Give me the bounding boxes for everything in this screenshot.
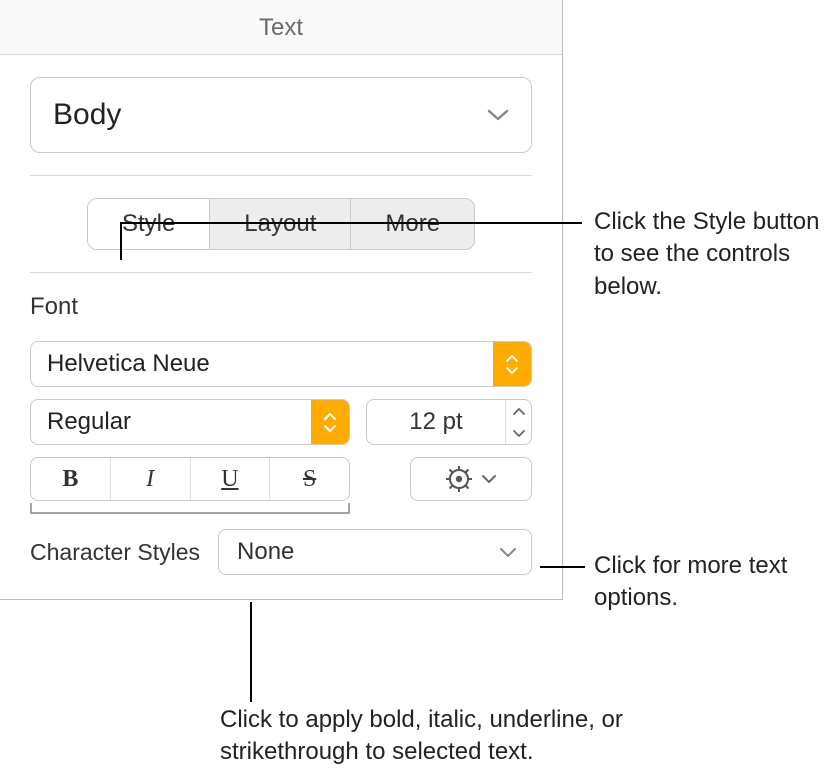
paragraph-style-dropdown[interactable]: Body — [30, 77, 532, 153]
text-format-panel: Text Body Style Layout More Font Helveti… — [0, 0, 563, 600]
italic-button[interactable]: I — [111, 458, 191, 500]
underline-button[interactable]: U — [191, 458, 271, 500]
paragraph-style-section: Body — [0, 55, 562, 175]
chevron-down-icon — [481, 474, 497, 484]
font-family-dropdown[interactable]: Helvetica Neue — [30, 341, 532, 387]
chevron-down-icon — [499, 547, 517, 558]
character-styles-dropdown[interactable]: None — [218, 529, 532, 575]
tab-style[interactable]: Style — [88, 199, 210, 249]
font-size-value: 12 pt — [367, 408, 505, 436]
more-options-button[interactable] — [410, 457, 532, 501]
callout-bius: Click to apply bold, italic, underline, … — [220, 704, 680, 769]
tabs-row: Style Layout More — [0, 176, 562, 272]
font-weight-dropdown[interactable]: Regular — [30, 399, 350, 445]
character-styles-label: Character Styles — [30, 539, 200, 566]
stepper-up[interactable] — [506, 400, 531, 422]
tab-more[interactable]: More — [351, 199, 474, 249]
tabs-segmented-control: Style Layout More — [87, 198, 475, 250]
font-family-value: Helvetica Neue — [47, 350, 210, 378]
stepper-down[interactable] — [506, 422, 531, 444]
panel-title: Text — [0, 0, 562, 55]
dropdown-handle-icon — [311, 400, 349, 444]
font-section-label: Font — [30, 293, 532, 321]
callout-style-tab: Click the Style button to see the contro… — [594, 206, 824, 303]
bold-button[interactable]: B — [31, 458, 111, 500]
tab-layout[interactable]: Layout — [210, 199, 351, 249]
paragraph-style-value: Body — [53, 98, 121, 132]
font-size-stepper[interactable]: 12 pt — [366, 399, 532, 445]
callout-gear: Click for more text options. — [594, 550, 814, 615]
dropdown-handle-icon — [493, 342, 531, 386]
callout-line — [120, 222, 122, 260]
strikethrough-button[interactable]: S — [270, 458, 349, 500]
bracket-decoration — [30, 507, 350, 525]
stepper-controls — [505, 400, 531, 444]
text-style-group: B I U S — [30, 457, 350, 501]
callout-line — [540, 566, 585, 568]
character-styles-value: None — [237, 538, 294, 566]
chevron-down-icon — [487, 108, 509, 122]
font-weight-value: Regular — [47, 408, 131, 436]
font-section: Font Helvetica Neue Regular 12 pt — [0, 273, 562, 599]
gear-icon — [445, 465, 473, 493]
callout-line — [250, 602, 252, 702]
callout-line — [120, 222, 582, 224]
